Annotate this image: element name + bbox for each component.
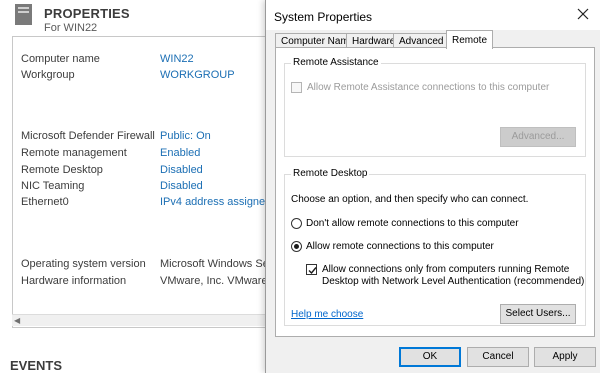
checkmark-icon <box>308 267 317 275</box>
dont-allow-label[interactable]: Don't allow remote connections to this c… <box>306 218 519 229</box>
prop-label-firewall: Microsoft Defender Firewall <box>21 130 155 142</box>
dialog-titlebar[interactable]: System Properties <box>266 0 600 30</box>
prop-label-hardware-info: Hardware information <box>21 275 127 287</box>
prop-label-nic-teaming: NIC Teaming <box>21 180 85 192</box>
close-icon[interactable] <box>575 6 591 22</box>
system-properties-dialog: System Properties Computer Name Hardware… <box>265 0 600 373</box>
nla-checkbox[interactable] <box>306 264 317 275</box>
prop-value-os-version: Microsoft Windows Serv <box>160 258 278 270</box>
remote-tab-panel: Remote Assistance Allow Remote Assistanc… <box>275 47 595 337</box>
advanced-button[interactable]: Advanced... <box>500 127 576 147</box>
apply-button[interactable]: Apply <box>534 347 596 367</box>
cancel-button[interactable]: Cancel <box>467 347 529 367</box>
horizontal-scrollbar[interactable]: ◀ <box>12 314 268 326</box>
prop-label-remote-desktop: Remote Desktop <box>21 164 103 176</box>
server-icon <box>15 4 32 25</box>
remote-desktop-group: Remote Desktop Choose an option, and the… <box>284 168 586 326</box>
select-users-button[interactable]: Select Users... <box>500 304 576 324</box>
properties-heading: PROPERTIES <box>44 6 130 21</box>
prop-value-firewall[interactable]: Public: On <box>160 130 211 142</box>
radio-selected-dot <box>294 244 299 249</box>
prop-value-nic-teaming[interactable]: Disabled <box>160 180 203 192</box>
allow-label[interactable]: Allow remote connections to this compute… <box>306 241 494 252</box>
allow-remote-assistance-label: Allow Remote Assistance connections to t… <box>307 82 550 93</box>
prop-label-computer-name: Computer name <box>21 53 100 65</box>
scroll-left-icon[interactable]: ◀ <box>14 316 20 325</box>
remote-assistance-group: Remote Assistance Allow Remote Assistanc… <box>284 57 586 157</box>
dialog-title: System Properties <box>274 10 373 24</box>
ok-button[interactable]: OK <box>399 347 461 367</box>
nla-label-line2[interactable]: Desktop with Network Level Authenticatio… <box>322 276 584 287</box>
prop-value-remote-desktop[interactable]: Disabled <box>160 164 203 176</box>
prop-label-remote-management: Remote management <box>21 147 127 159</box>
remote-desktop-instructions: Choose an option, and then specify who c… <box>291 194 529 205</box>
remote-desktop-label: Remote Desktop <box>291 168 370 179</box>
prop-label-ethernet0: Ethernet0 <box>21 196 69 208</box>
nla-label-line1[interactable]: Allow connections only from computers ru… <box>322 264 569 275</box>
properties-subtitle: For WIN22 <box>44 22 98 34</box>
tab-remote[interactable]: Remote <box>446 30 494 49</box>
allow-radio[interactable] <box>291 241 302 252</box>
allow-remote-assistance-checkbox[interactable] <box>291 82 302 93</box>
prop-label-os-version: Operating system version <box>21 258 146 270</box>
prop-value-hardware-info: VMware, Inc. VMware20 <box>160 275 280 287</box>
prop-value-remote-management[interactable]: Enabled <box>160 147 200 159</box>
events-heading: EVENTS <box>10 358 63 373</box>
dont-allow-radio[interactable] <box>291 218 302 229</box>
prop-value-workgroup[interactable]: WORKGROUP <box>160 69 235 81</box>
remote-assistance-label: Remote Assistance <box>291 57 381 68</box>
help-me-choose-link[interactable]: Help me choose <box>291 309 363 320</box>
prop-value-computer-name[interactable]: WIN22 <box>160 53 194 65</box>
prop-label-workgroup: Workgroup <box>21 69 75 81</box>
